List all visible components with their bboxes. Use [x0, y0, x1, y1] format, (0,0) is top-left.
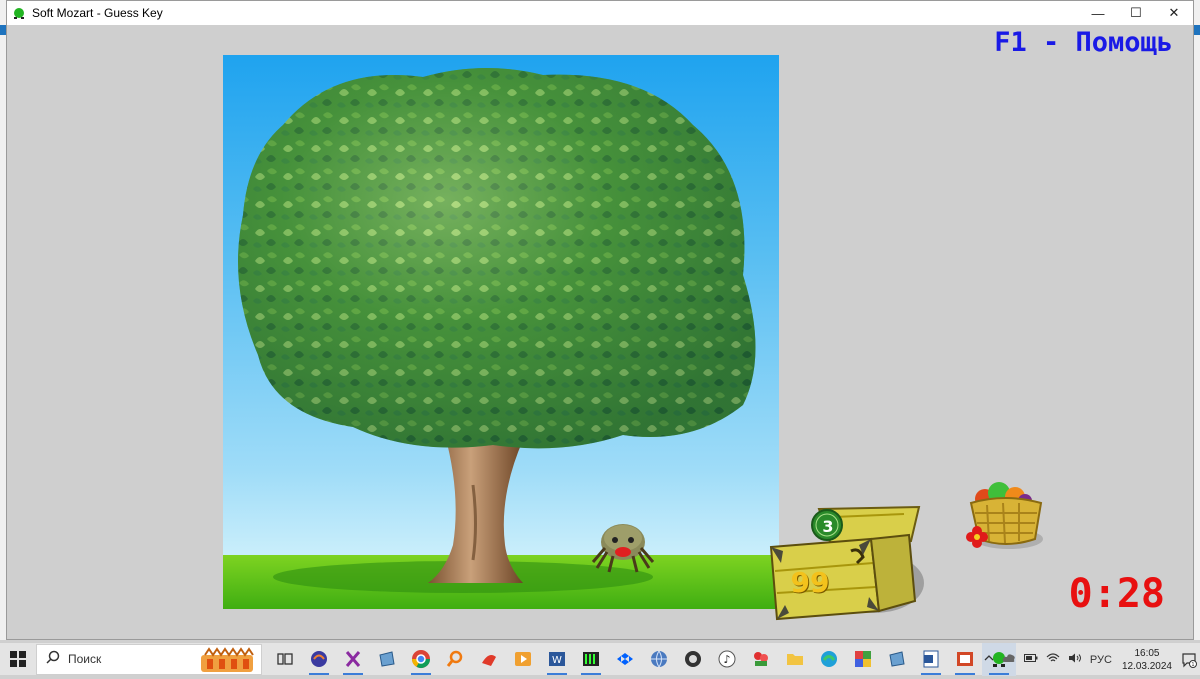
edge-icon[interactable] — [812, 643, 846, 676]
wifi-icon[interactable] — [1046, 653, 1060, 666]
app-window: Soft Mozart - Guess Key — ☐ ✕ F1 - Помощ… — [6, 0, 1194, 640]
red-tool-icon[interactable] — [472, 643, 506, 676]
piano-app-icon[interactable] — [574, 643, 608, 676]
file-explorer-icon[interactable] — [778, 643, 812, 676]
notification-icon: 1 — [1182, 652, 1197, 668]
tree-scene-illustration — [223, 67, 779, 609]
media-player-icon[interactable] — [506, 643, 540, 676]
globe-app-icon[interactable] — [642, 643, 676, 676]
language-indicator[interactable]: РУС — [1090, 654, 1112, 666]
search-icon — [46, 650, 60, 669]
taskbar: Поиск W ♪ РУС 16:05 12.03.2024 1 — [0, 642, 1200, 676]
search-tool-icon[interactable] — [438, 643, 472, 676]
game-scene[interactable] — [223, 55, 779, 609]
camera-app-icon[interactable] — [676, 643, 710, 676]
svg-text:♪: ♪ — [723, 653, 730, 666]
volume-icon[interactable] — [1068, 653, 1082, 666]
notes-app-icon-2[interactable] — [880, 643, 914, 676]
headset-app-icon[interactable] — [302, 643, 336, 676]
notes-app-icon[interactable] — [370, 643, 404, 676]
taskbar-search-box[interactable]: Поиск — [36, 643, 262, 675]
windows-logo-icon — [10, 651, 26, 667]
minimize-button[interactable]: — — [1079, 1, 1117, 25]
treasure-chest[interactable] — [759, 501, 929, 626]
title-bar[interactable]: Soft Mozart - Guess Key — ☐ ✕ — [7, 1, 1193, 25]
desktop-background-right — [1194, 0, 1200, 640]
word-icon[interactable]: W — [540, 643, 574, 676]
task-view-icon[interactable] — [268, 643, 302, 676]
battery-icon[interactable] — [1023, 653, 1038, 666]
x-app-icon[interactable] — [336, 643, 370, 676]
chest-count: 99 — [790, 566, 830, 599]
notification-count: 1 — [1191, 662, 1194, 668]
maximize-button[interactable]: ☐ — [1117, 1, 1155, 25]
timer: 0:28 — [1068, 571, 1165, 617]
coin-count: 3 — [822, 517, 834, 536]
clock-time: 16:05 — [1134, 647, 1160, 659]
clock-date: 12.03.2024 — [1121, 660, 1172, 672]
search-highlight-icon — [197, 646, 257, 674]
chevron-up-icon[interactable] — [984, 653, 994, 666]
close-button[interactable]: ✕ — [1155, 1, 1193, 25]
soft-mozart-app-icon — [12, 6, 26, 20]
presentation-icon[interactable] — [948, 643, 982, 676]
search-placeholder: Поиск — [68, 652, 102, 666]
flowers-app-icon[interactable] — [744, 643, 778, 676]
start-button[interactable] — [0, 643, 36, 676]
svg-text:W: W — [552, 655, 562, 666]
fruit-basket[interactable] — [957, 479, 1049, 555]
window-title: Soft Mozart - Guess Key — [32, 6, 163, 20]
help-hint: F1 - Помощь — [994, 27, 1173, 58]
dropbox-icon[interactable] — [608, 643, 642, 676]
chrome-icon[interactable] — [404, 643, 438, 676]
color-app-icon[interactable] — [846, 643, 880, 676]
cloud-icon[interactable] — [1002, 653, 1016, 666]
notification-center-button[interactable]: 1 — [1178, 643, 1200, 676]
taskbar-clock[interactable]: 16:05 12.03.2024 — [1122, 647, 1172, 673]
system-tray: РУС 16:05 12.03.2024 1 — [980, 643, 1200, 676]
music-app-icon[interactable]: ♪ — [710, 643, 744, 676]
word-doc-icon[interactable] — [914, 643, 948, 676]
